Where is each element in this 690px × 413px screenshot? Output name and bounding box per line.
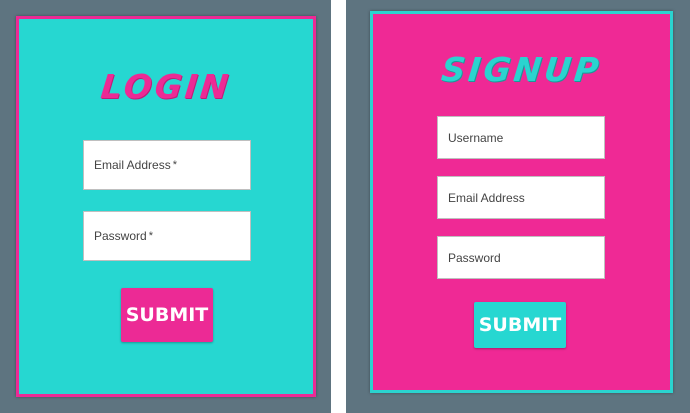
login-card: LOGIN Email Address * Password * SUBMIT — [16, 16, 316, 397]
signup-password-field[interactable]: Password — [437, 236, 605, 279]
login-password-required-mark: * — [148, 230, 153, 242]
signup-password-placeholder: Password — [448, 250, 501, 265]
login-password-field[interactable]: Password * — [83, 211, 251, 261]
login-email-field[interactable]: Email Address * — [83, 140, 251, 190]
signup-submit-button[interactable]: SUBMIT — [474, 302, 566, 348]
signup-email-placeholder: Email Address — [448, 190, 525, 205]
login-email-required-mark: * — [172, 159, 177, 171]
signup-email-field[interactable]: Email Address — [437, 176, 605, 219]
login-email-placeholder: Email Address — [94, 158, 171, 172]
login-title: LOGIN — [98, 67, 233, 106]
signup-card: SIGNUP Username Email Address Password S… — [370, 11, 673, 393]
login-password-placeholder: Password — [94, 229, 147, 243]
signup-username-placeholder: Username — [448, 130, 504, 145]
signup-title: SIGNUP — [439, 50, 604, 89]
signup-username-field[interactable]: Username — [437, 116, 605, 159]
login-submit-button[interactable]: SUBMIT — [121, 288, 213, 342]
